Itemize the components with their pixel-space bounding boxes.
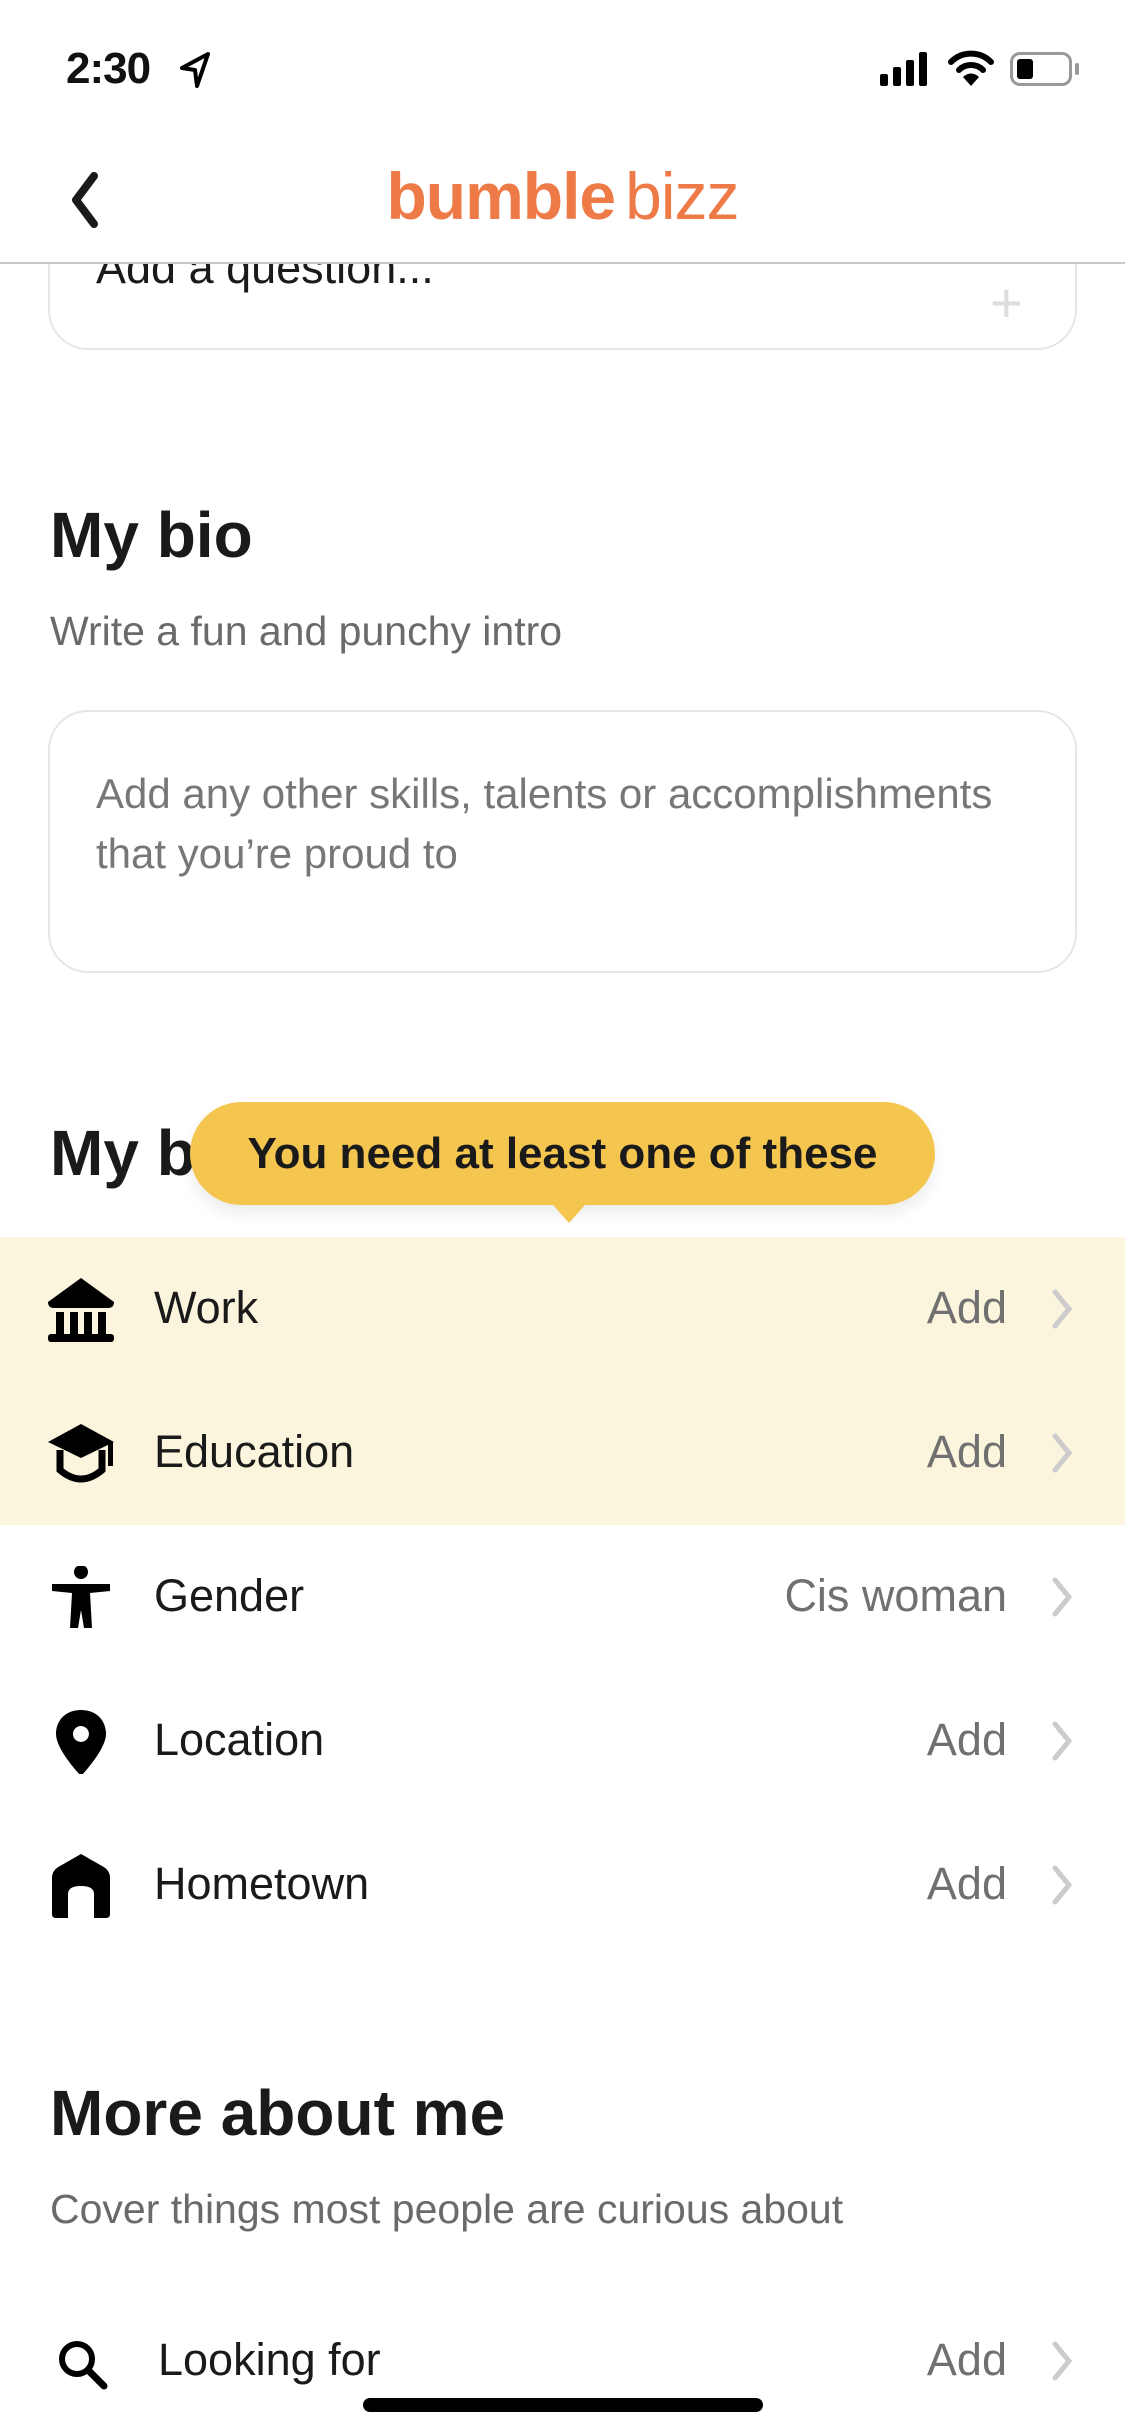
chevron-right-icon	[1052, 1721, 1073, 1761]
chevron-right-icon	[1052, 1577, 1073, 1617]
chevron-right-icon	[1052, 1289, 1073, 1329]
basics-row-location[interactable]: Location Add	[0, 1670, 1125, 1814]
bio-subtitle: Write a fun and punchy intro	[50, 608, 563, 654]
location-pin-icon	[56, 1710, 106, 1774]
battery-icon	[1010, 52, 1072, 86]
battery-cap	[1075, 63, 1079, 75]
logo-part2: bizz	[625, 159, 739, 233]
top-nav-bar: bumble bizz	[0, 130, 1125, 264]
row-value: Cis woman	[784, 1570, 1007, 1621]
home-indicator[interactable]	[363, 2398, 763, 2412]
location-arrow-icon	[180, 52, 210, 88]
basics-row-gender[interactable]: Gender Cis woman	[0, 1526, 1125, 1670]
row-label: Location	[154, 1714, 325, 1765]
bumble-bizz-logo: bumble bizz	[0, 158, 1125, 234]
more-about-me-subtitle: Cover things most people are curious abo…	[50, 2186, 844, 2232]
chevron-right-icon	[1052, 2341, 1073, 2381]
row-label: Work	[154, 1282, 259, 1333]
basics-row-hometown[interactable]: Hometown Add	[0, 1814, 1125, 1958]
more-about-me-title: More about me	[50, 2077, 506, 2149]
more-row-looking-for[interactable]: Looking for Add	[0, 2290, 1125, 2434]
basics-row-work[interactable]: Work Add	[0, 1238, 1125, 1382]
row-value: Add	[926, 1714, 1007, 1765]
row-label: Gender	[154, 1570, 305, 1621]
row-label: Hometown	[154, 1858, 370, 1909]
plus-icon[interactable]: +	[990, 270, 1023, 335]
bio-placeholder: Add any other skills, talents or accompl…	[96, 770, 993, 877]
bio-textarea[interactable]: Add any other skills, talents or accompl…	[48, 710, 1077, 973]
home-icon	[52, 1854, 110, 1918]
status-time: 2:30	[66, 44, 151, 93]
basics-row-education[interactable]: Education Add	[0, 1382, 1125, 1526]
row-value: Add	[926, 1426, 1007, 1477]
row-value: Add	[926, 1858, 1007, 1909]
row-value: Add	[926, 1282, 1007, 1333]
row-label: Education	[154, 1426, 355, 1477]
requirement-tooltip: You need at least one of these	[190, 1102, 935, 1223]
person-icon	[52, 1566, 110, 1628]
wifi-icon	[948, 50, 994, 86]
chevron-right-icon	[1052, 1865, 1073, 1905]
chevron-right-icon	[1052, 1433, 1073, 1473]
row-value: Add	[926, 2334, 1007, 2385]
search-icon	[59, 2341, 108, 2390]
institution-icon	[48, 1278, 114, 1342]
graduation-cap-icon	[48, 1424, 114, 1483]
bio-title: My bio	[50, 499, 253, 571]
signal-icon	[880, 52, 927, 86]
logo-part1: bumble	[386, 159, 616, 233]
row-label: Looking for	[158, 2334, 381, 2385]
